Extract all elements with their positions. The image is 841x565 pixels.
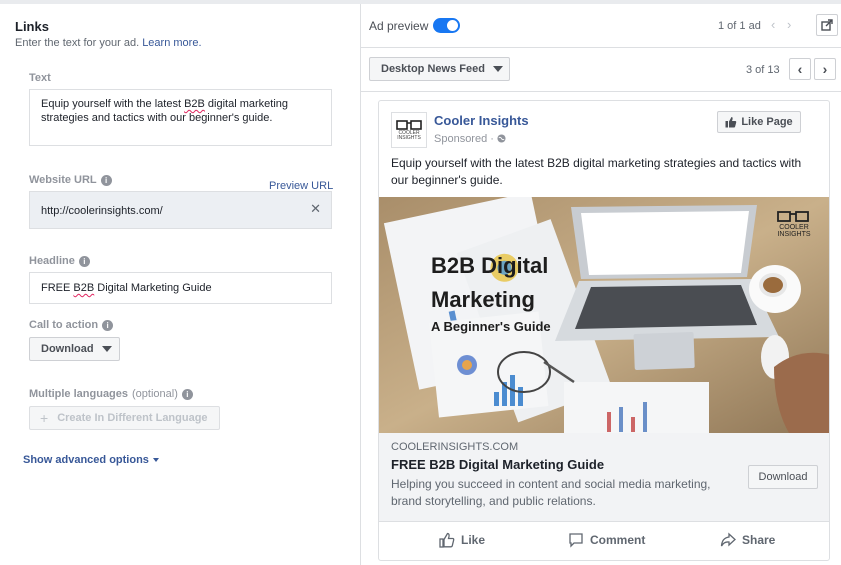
chevron-right-icon[interactable]: › — [787, 17, 791, 32]
headline-label: Headline i — [29, 255, 90, 267]
image-logo-line-1: COOLER — [779, 224, 809, 231]
caret-down-icon — [101, 346, 112, 352]
action-bar: Like Comment Share — [379, 521, 829, 560]
website-url-label: Website URL i — [29, 174, 112, 186]
text-field[interactable]: Equip yourself with the latest B2B digit… — [29, 89, 332, 146]
website-url-field[interactable]: http://coolerinsights.com/ ✕ — [29, 191, 332, 229]
info-icon[interactable]: i — [100, 174, 112, 186]
ad-image-artwork: COOLER INSIGHTS B2B Digital Marketing A … — [379, 197, 829, 433]
share-action[interactable]: Share — [720, 532, 775, 548]
call-to-action-label: Call to action i — [29, 319, 114, 331]
prev-placement-button[interactable]: ‹ — [789, 58, 811, 80]
globe-icon — [497, 134, 506, 143]
share-icon — [720, 532, 736, 547]
link-headline: FREE B2B Digital Marketing Guide — [391, 457, 605, 472]
image-logo-line-2: INSIGHTS — [777, 231, 810, 238]
caret-down-icon — [152, 458, 159, 463]
learn-more-link[interactable]: Learn more. — [142, 37, 201, 49]
ad-primary-text: Equip yourself with the latest B2B digit… — [391, 156, 802, 187]
info-icon[interactable]: i — [181, 388, 193, 400]
toggle-knob — [447, 20, 458, 31]
caret-down-icon — [492, 66, 503, 72]
ad-count: 1 of 1 ad — [718, 20, 761, 32]
subtitle-text: Enter the text for your ad. — [15, 37, 140, 49]
external-link-icon — [821, 19, 833, 31]
clear-icon[interactable]: ✕ — [310, 202, 321, 216]
like-action[interactable]: Like — [439, 532, 485, 548]
link-preview[interactable]: COOLERINSIGHTS.COM FREE B2B Digital Mark… — [379, 433, 829, 521]
section-title: Links — [15, 19, 49, 34]
link-domain: COOLERINSIGHTS.COM — [391, 441, 519, 453]
divider — [361, 47, 841, 48]
divider — [361, 91, 841, 92]
links-panel: Links Enter the text for your ad. Learn … — [0, 4, 360, 565]
create-language-button[interactable]: + Create In Different Language — [29, 406, 220, 430]
logo-text: COOLER INSIGHTS — [397, 129, 421, 141]
chevron-left-icon[interactable]: ‹ — [771, 17, 775, 32]
plus-icon: + — [40, 410, 49, 426]
open-external-button[interactable] — [816, 14, 838, 36]
link-description: Helping you succeed in content and socia… — [391, 477, 711, 508]
comment-action[interactable]: Comment — [568, 532, 645, 548]
info-icon[interactable]: i — [78, 255, 90, 267]
placement-dropdown[interactable]: Desktop News Feed — [369, 57, 510, 81]
thumbs-up-icon — [725, 117, 737, 128]
headline-field[interactable]: FREE B2B Digital Marketing Guide — [29, 272, 332, 304]
next-placement-button[interactable]: › — [814, 58, 836, 80]
thumbs-up-icon — [439, 532, 455, 548]
placement-count: 3 of 13 — [746, 64, 780, 76]
page-avatar[interactable]: COOLER INSIGHTS — [391, 112, 427, 148]
glasses-icon — [396, 119, 422, 130]
multiple-languages-label: Multiple languages (optional) i — [29, 388, 193, 400]
sponsored-label: Sponsored · — [434, 133, 506, 145]
section-subtitle: Enter the text for your ad. Learn more. — [15, 37, 202, 49]
ad-card: COOLER INSIGHTS Cooler Insights Sponsored… — [378, 100, 830, 561]
info-icon[interactable]: i — [102, 319, 114, 331]
like-page-button[interactable]: Like Page — [717, 111, 801, 133]
text-label: Text — [29, 72, 51, 84]
download-button[interactable]: Download — [748, 465, 818, 489]
ad-preview-toggle[interactable] — [433, 18, 460, 33]
ad-image[interactable]: COOLER INSIGHTS B2B Digital Marketing A … — [379, 197, 829, 433]
image-title-line-2: Marketing — [431, 287, 535, 312]
ad-preview-label: Ad preview — [369, 19, 429, 33]
call-to-action-dropdown[interactable]: Download — [29, 337, 120, 361]
image-subtitle: A Beginner's Guide — [431, 319, 551, 334]
advanced-options-link[interactable]: Show advanced options — [23, 454, 159, 466]
comment-icon — [569, 533, 583, 548]
image-title-line-1: B2B Digital — [431, 253, 548, 278]
page-name[interactable]: Cooler Insights — [434, 113, 529, 128]
ad-preview-panel: Ad preview 1 of 1 ad ‹ › Desktop News Fe… — [361, 4, 841, 565]
